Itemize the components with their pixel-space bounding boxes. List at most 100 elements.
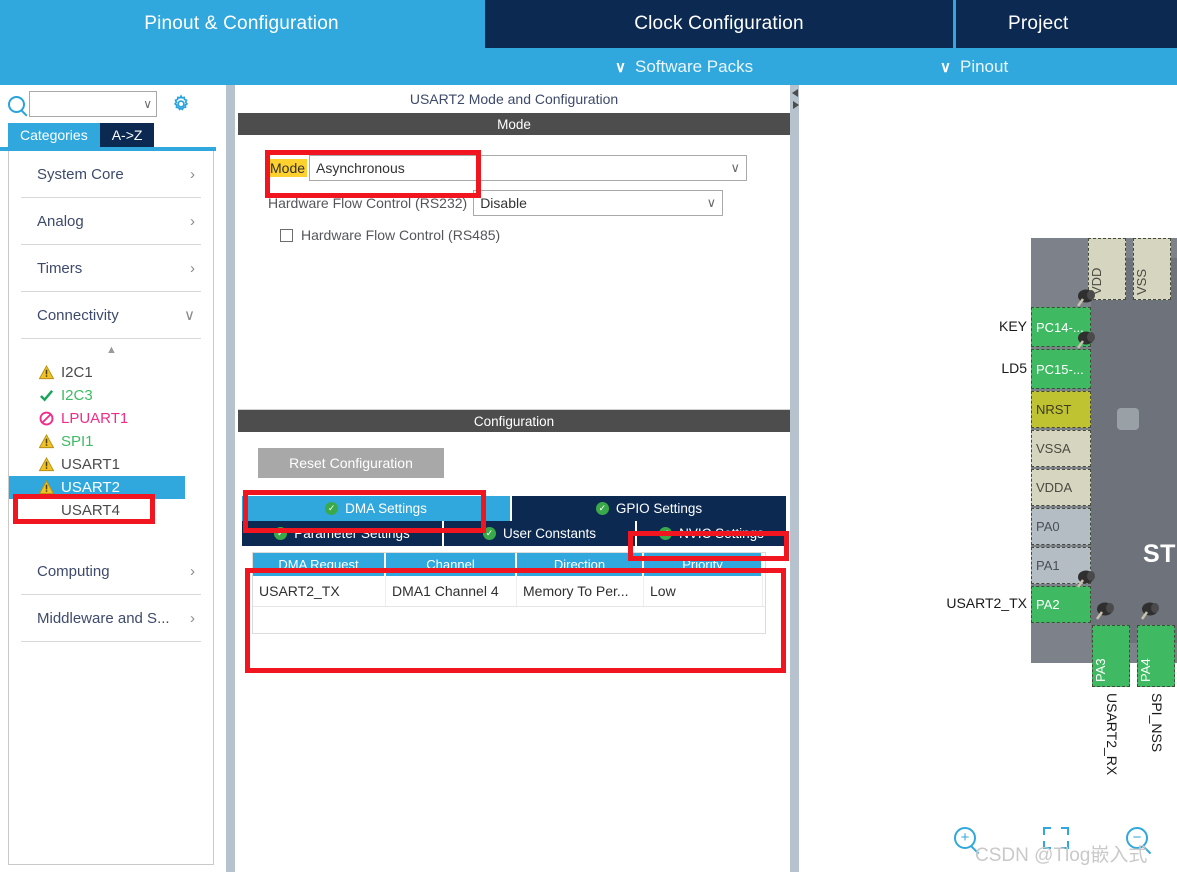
- watermark: CSDN @Tlog嵌入式: [975, 845, 1148, 866]
- configuration-panel: USART2 Mode and Configuration Mode Mode …: [238, 85, 790, 872]
- search-icon: [8, 95, 25, 113]
- tab-pinout-configuration[interactable]: Pinout & Configuration: [0, 0, 483, 48]
- table-column-header[interactable]: Direction: [517, 553, 644, 576]
- pin-vssa[interactable]: VSSA: [1031, 430, 1091, 467]
- category-timers-label: Timers: [37, 259, 83, 277]
- pin-pc14[interactable]: PC14-...: [1031, 307, 1091, 347]
- tab-categories[interactable]: Categories: [8, 123, 100, 147]
- configuration-section-body: Reset Configuration ✓ DMA Settings ✓ GPI…: [238, 432, 790, 872]
- subtab-software-packs-label: Software Packs: [634, 56, 754, 76]
- table-header-row: DMA Request Channel Direction Priority: [253, 553, 765, 576]
- table-column-header[interactable]: DMA Request: [253, 553, 386, 576]
- check-icon: ✓: [274, 527, 288, 540]
- stm32cubemx-window: Pinout & Configuration Clock Configurati…: [0, 0, 1177, 872]
- tab-nvic-settings-label: NVIC Settings: [679, 526, 764, 541]
- subtab-pinout[interactable]: ∨ Pinout: [940, 48, 1008, 85]
- zoom-in-icon: +: [954, 827, 976, 849]
- pin-nrst[interactable]: NRST: [1031, 391, 1091, 428]
- pin-label-spi-nss: SPI_NSS: [1149, 693, 1165, 753]
- zoom-in-glyph: +: [960, 829, 970, 846]
- pin-pa0[interactable]: PA0: [1031, 508, 1091, 545]
- category-connectivity[interactable]: Connectivity ∨: [9, 292, 213, 338]
- tab-user-constants[interactable]: ✓ User Constants: [444, 521, 637, 546]
- category-tree: System Core › Analog › Timers › Connecti…: [8, 151, 214, 865]
- peripheral-item-i2c1[interactable]: I2C1: [9, 361, 213, 384]
- peripheral-item-i2c3[interactable]: I2C3: [9, 384, 213, 407]
- hfc-rs232-select[interactable]: Disable ∨: [473, 190, 724, 216]
- category-analog-label: Analog: [37, 212, 84, 230]
- pin-pc15[interactable]: PC15-...: [1031, 349, 1091, 389]
- pin-pa2[interactable]: PA2: [1031, 586, 1091, 623]
- zoom-in-button[interactable]: +: [954, 827, 976, 849]
- tab-project[interactable]: Project: [953, 0, 1177, 48]
- peripheral-item-spi1[interactable]: SPI1: [9, 430, 213, 453]
- table-cell[interactable]: DMA1 Channel 4: [386, 576, 517, 606]
- pin-label-usart2-tx: USART2_TX: [946, 595, 1027, 611]
- warning-icon: [38, 456, 55, 472]
- reset-configuration-button[interactable]: Reset Configuration: [258, 448, 444, 478]
- peripheral-label: USART1: [61, 456, 120, 473]
- configuration-tab-strip: ✓ DMA Settings ✓ GPIO Settings ✓ Paramet…: [242, 496, 786, 546]
- category-system-core-label: System Core: [37, 165, 124, 183]
- table-column-header[interactable]: Priority: [644, 553, 763, 576]
- table-cell[interactable]: Low: [644, 576, 763, 606]
- peripheral-item-lpuart1[interactable]: LPUART1: [9, 407, 213, 430]
- pin-pa4[interactable]: PA4: [1137, 625, 1175, 687]
- chevron-down-icon: ∨: [730, 160, 741, 175]
- chevron-down-icon: ∨: [940, 58, 951, 76]
- peripheral-item-usart4[interactable]: USART4: [9, 499, 213, 522]
- pin-label-ld5: LD5: [1001, 360, 1027, 376]
- tab-gpio-settings-label: GPIO Settings: [615, 501, 703, 516]
- left-splitter[interactable]: [226, 85, 235, 872]
- mode-section-header: Mode: [238, 113, 790, 135]
- table-column-header[interactable]: Channel: [386, 553, 517, 576]
- peripheral-item-usart1[interactable]: USART1: [9, 453, 213, 476]
- subtab-software-packs[interactable]: ∨ Software Packs: [615, 48, 753, 85]
- tab-parameter-settings[interactable]: ✓ Parameter Settings: [242, 521, 444, 546]
- tab-a-to-z[interactable]: A->Z: [99, 123, 155, 147]
- pin-vss[interactable]: VSS: [1133, 238, 1171, 300]
- top-bar: Pinout & Configuration Clock Configurati…: [0, 0, 1177, 85]
- table-row[interactable]: USART2_TX DMA1 Channel 4 Memory To Per... L…: [253, 576, 765, 607]
- hfc-rs485-checkbox[interactable]: [280, 228, 293, 242]
- panel-title: USART2 Mode and Configuration: [238, 85, 790, 113]
- category-computing[interactable]: Computing ›: [9, 548, 213, 594]
- right-splitter[interactable]: [790, 85, 799, 872]
- chevron-down-icon[interactable]: ∨: [143, 97, 152, 111]
- category-timers[interactable]: Timers ›: [9, 245, 213, 291]
- warning-icon: [38, 433, 55, 449]
- pinout-view[interactable]: ST VDD VSS PC14-... PC15-... NRST VSSA V…: [799, 85, 1177, 872]
- hfc-rs232-value: Disable: [480, 195, 527, 211]
- hardware-flow-control-rs485-row[interactable]: Hardware Flow Control (RS485): [280, 227, 500, 243]
- search-input[interactable]: ∨: [29, 91, 157, 117]
- peripheral-label: I2C3: [61, 387, 93, 404]
- mode-select[interactable]: Asynchronous ∨: [309, 155, 748, 181]
- tab-clock-configuration[interactable]: Clock Configuration: [483, 0, 953, 48]
- pin-vdd[interactable]: VDD: [1088, 238, 1126, 300]
- pin-vdda[interactable]: VDDA: [1031, 469, 1091, 506]
- chevron-right-icon: ›: [190, 165, 195, 183]
- category-analog[interactable]: Analog ›: [9, 198, 213, 244]
- gear-icon[interactable]: [171, 94, 191, 114]
- table-cell[interactable]: USART2_TX: [253, 576, 386, 606]
- pin-pa1[interactable]: PA1: [1031, 547, 1091, 584]
- mode-label: Mode: [268, 159, 308, 177]
- category-system-core[interactable]: System Core ›: [9, 151, 213, 197]
- mode-select-value: Asynchronous: [316, 160, 405, 176]
- pin-pa3[interactable]: PA3: [1092, 625, 1130, 687]
- configuration-tab-row-1: ✓ DMA Settings ✓ GPIO Settings: [242, 496, 786, 521]
- scroll-spinner[interactable]: ▲: [9, 339, 213, 361]
- dma-request-table: DMA Request Channel Direction Priority USAR…: [252, 552, 766, 634]
- category-middleware[interactable]: Middleware and S... ›: [9, 595, 213, 641]
- table-cell[interactable]: Memory To Per...: [517, 576, 644, 606]
- category-connectivity-label: Connectivity: [37, 306, 119, 324]
- peripheral-item-usart2[interactable]: USART2: [9, 476, 185, 499]
- tab-dma-settings[interactable]: ✓ DMA Settings: [242, 496, 512, 521]
- check-icon: ✓: [482, 527, 496, 540]
- chevron-right-icon: ›: [190, 609, 195, 627]
- check-icon: ✓: [595, 502, 609, 515]
- tab-gpio-settings[interactable]: ✓ GPIO Settings: [512, 496, 786, 521]
- tab-nvic-settings[interactable]: ✓ NVIC Settings: [637, 521, 786, 546]
- peripheral-label: LPUART1: [61, 410, 129, 427]
- warning-icon: [38, 364, 55, 380]
